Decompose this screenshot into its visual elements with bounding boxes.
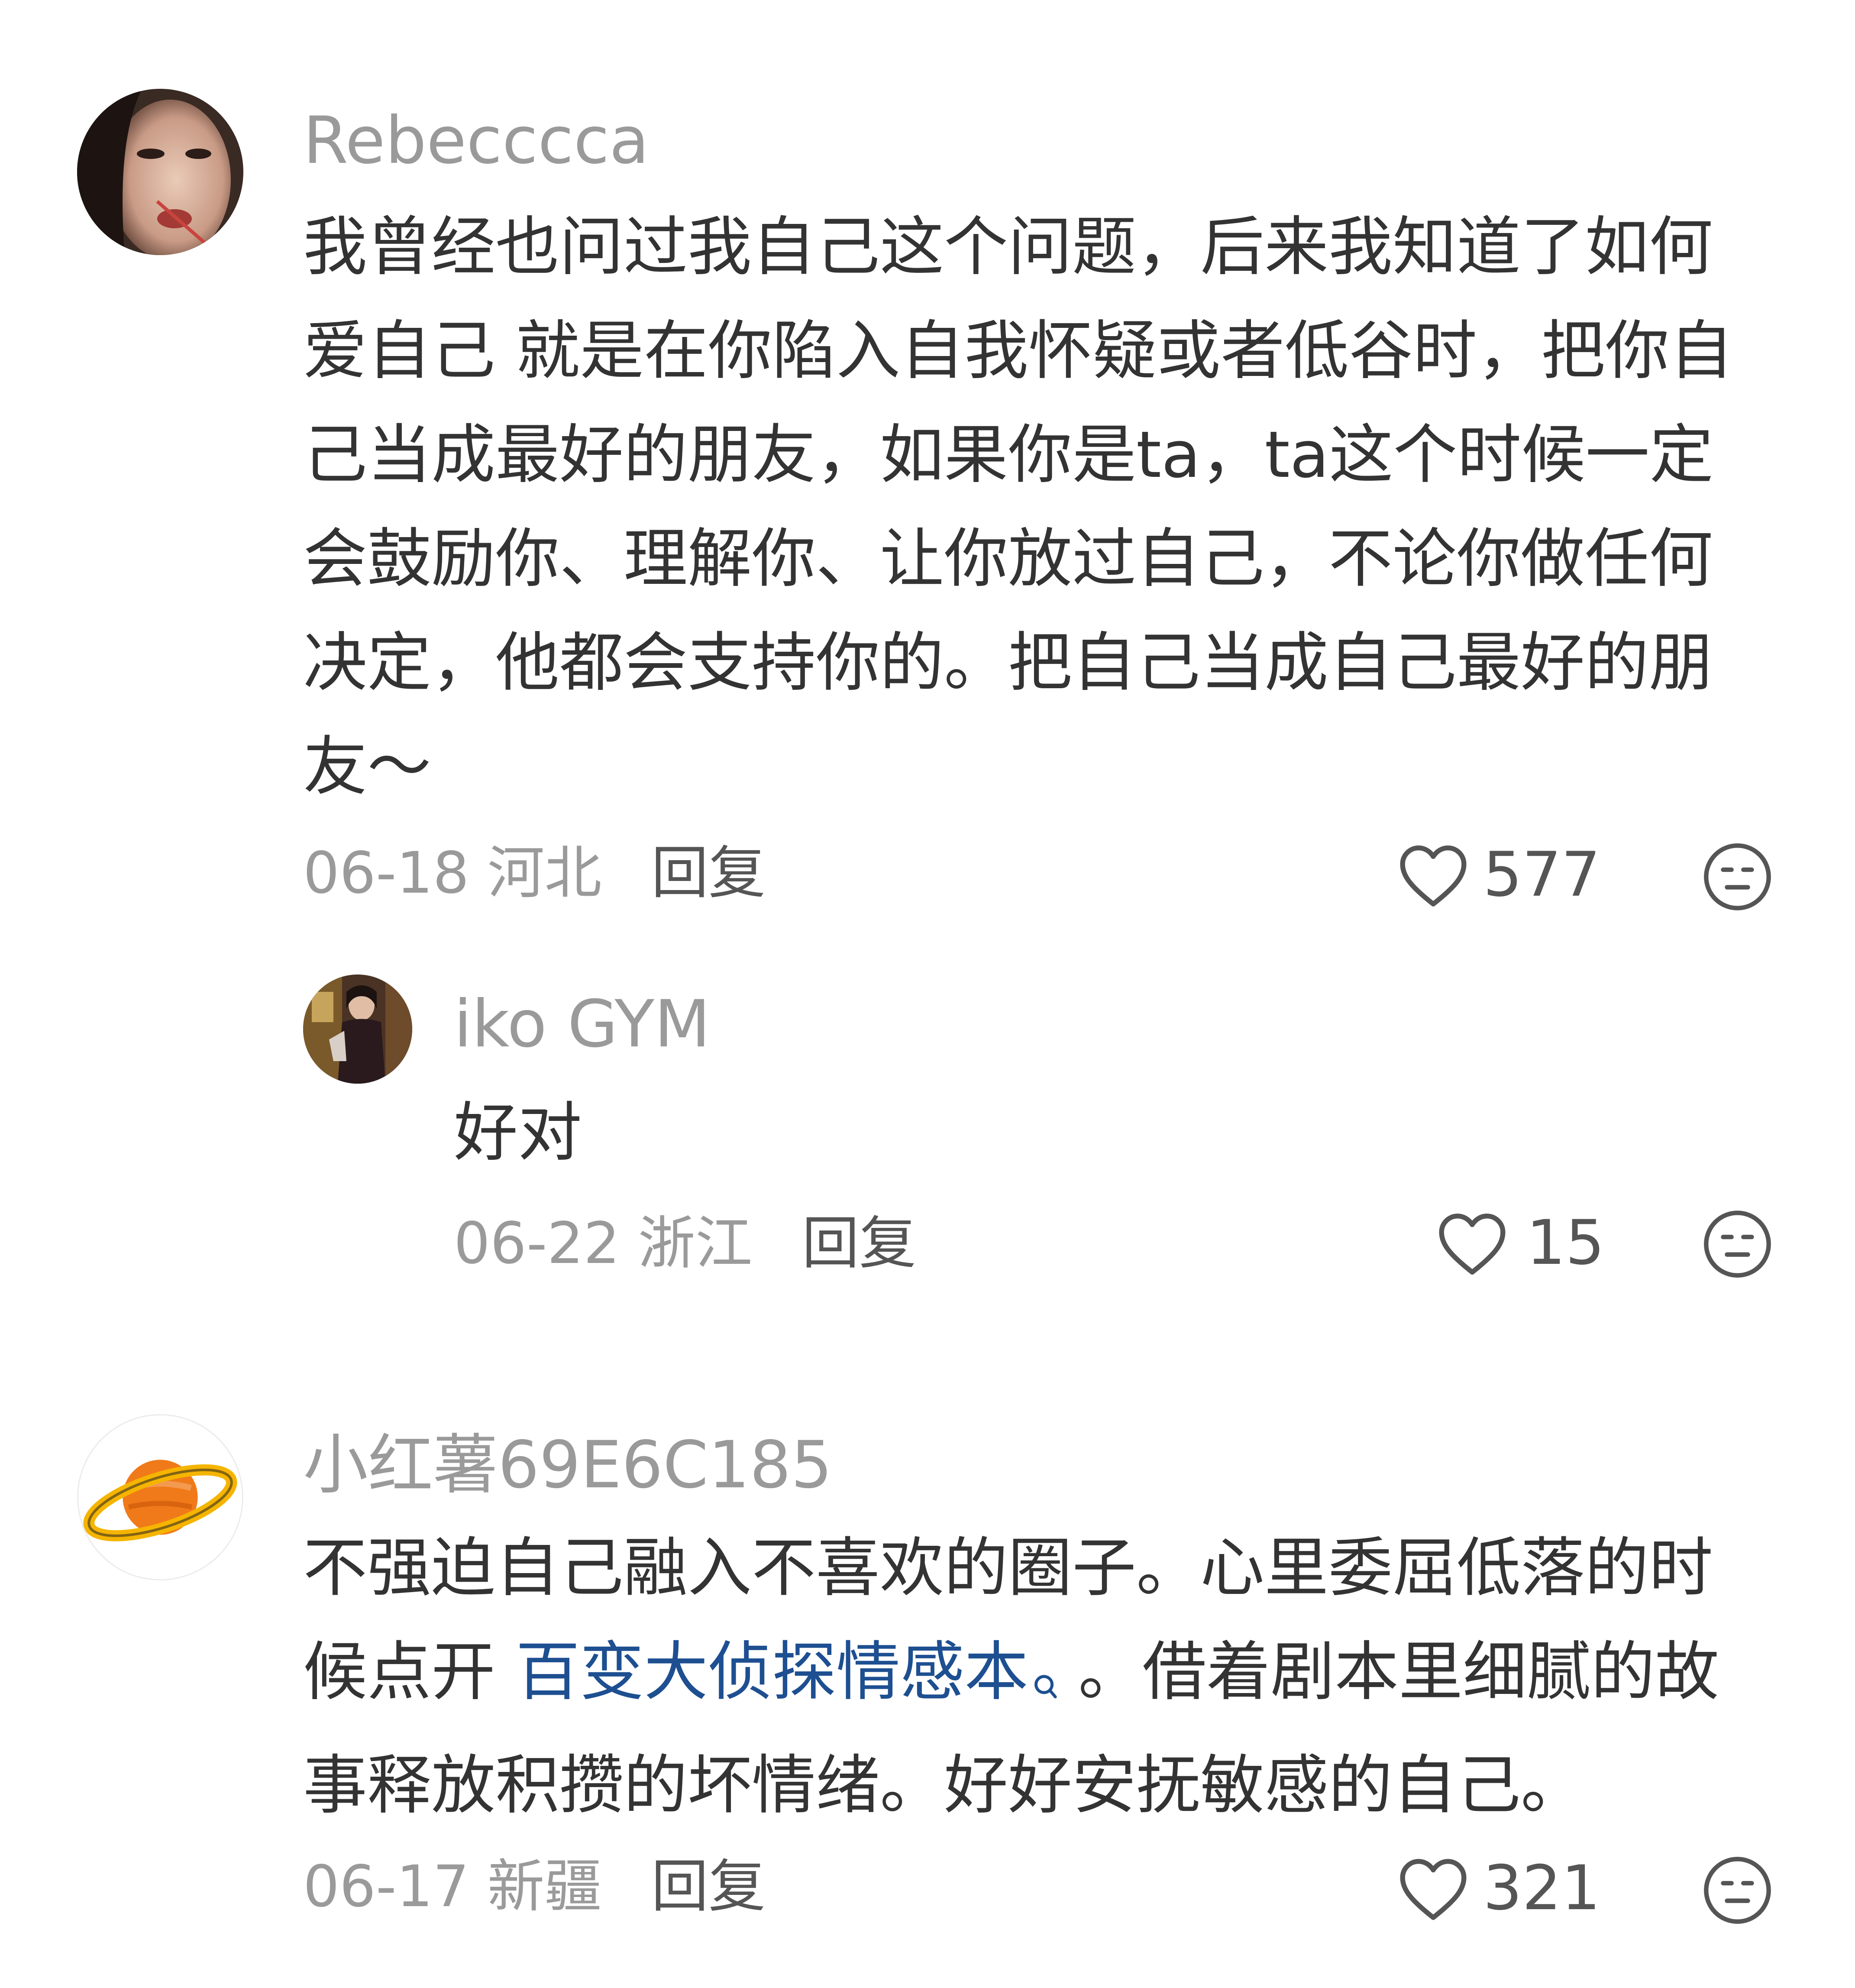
link-text: 百变大侦探情感本 [516,1635,1029,1709]
like-count: 577 [1483,839,1601,910]
planet-avatar-image [83,1460,237,1541]
comment-location: 新疆 [487,1853,602,1920]
reply-meta: 06-22 浙江 回复 [454,1215,916,1272]
neutral-face-icon [1702,841,1773,913]
reply-button[interactable]: 回复 [651,1853,766,1920]
comment-line: 会鼓励你、理解你、让你放过自己，不论你做任何 [303,521,1713,596]
like-button[interactable]: 577 [1396,840,1600,910]
avatar[interactable] [77,89,243,255]
reply-line: 好对 [454,1095,582,1170]
avatar[interactable] [77,1414,243,1580]
heart-outline-icon [1435,1208,1509,1278]
search-small-icon [1033,1629,1058,1733]
portrait-avatar-image [77,89,243,255]
neutral-face-icon [1702,1208,1773,1280]
comment-meta: 06-17 新疆 回复 [303,1858,766,1915]
comment-username[interactable]: 小红薯69E6C185 [303,1433,832,1498]
emoji-reaction-button[interactable] [1702,1208,1773,1280]
comment-username[interactable]: Rebecccca [303,108,649,173]
heart-outline-icon [1396,1854,1470,1923]
reply-content: 好对 [454,1081,582,1185]
comment-content: 我曾经也问过我自己这个问题，后来我知道了如何 爱自己 就是在你陷入自我怀疑或者低… [303,195,1733,819]
comment-text: 候点开 [303,1635,516,1709]
like-count: 321 [1483,1852,1601,1924]
avatar[interactable] [303,975,412,1084]
reply-date: 06-22 [454,1210,620,1277]
comment-line: 候点开 百变大侦探情感本 。借着剧本里细腻的故 [303,1620,1719,1733]
comment-line: 事释放积攒的坏情绪。好好安抚敏感的自己。 [303,1748,1585,1823]
like-button[interactable]: 321 [1396,1854,1600,1923]
like-count: 15 [1526,1207,1605,1279]
comment-line: 友～ [303,729,431,804]
emoji-reaction-button[interactable] [1702,1855,1773,1926]
comment-text: 。借着剧本里细腻的故 [1058,1635,1719,1709]
reply-username[interactable]: iko GYM [454,992,710,1057]
portrait-avatar-image [303,975,412,1084]
reply-location: 浙江 [638,1210,753,1277]
comment-line: 决定，他都会支持你的。把自己当成自己最好的朋 [303,625,1713,700]
search-keyword-link[interactable]: 百变大侦探情感本 [516,1635,1058,1709]
reply-button[interactable]: 回复 [651,840,766,907]
reply-button[interactable]: 回复 [802,1210,916,1277]
heart-outline-icon [1396,840,1470,910]
like-button[interactable]: 15 [1435,1208,1605,1278]
comment-line: 爱自己 就是在你陷入自我怀疑或者低谷时，把你自 [303,314,1734,388]
comment-location: 河北 [487,840,602,907]
neutral-face-icon [1702,1855,1773,1926]
comment-meta: 06-18 河北 回复 [303,845,766,902]
comment-date: 06-18 [303,840,469,907]
comment-line: 我曾经也问过我自己这个问题，后来我知道了如何 [303,210,1713,284]
comment-date: 06-17 [303,1853,469,1920]
comment-content: 不强迫自己融入不喜欢的圈子。心里委屈低落的时 候点开 百变大侦探情感本 。借着剧… [303,1516,1719,1837]
comment-line: 己当成最好的朋友，如果你是ta，ta这个时候一定 [303,418,1714,492]
emoji-reaction-button[interactable] [1702,841,1773,913]
comment-line: 不强迫自己融入不喜欢的圈子。心里委屈低落的时 [303,1531,1713,1605]
